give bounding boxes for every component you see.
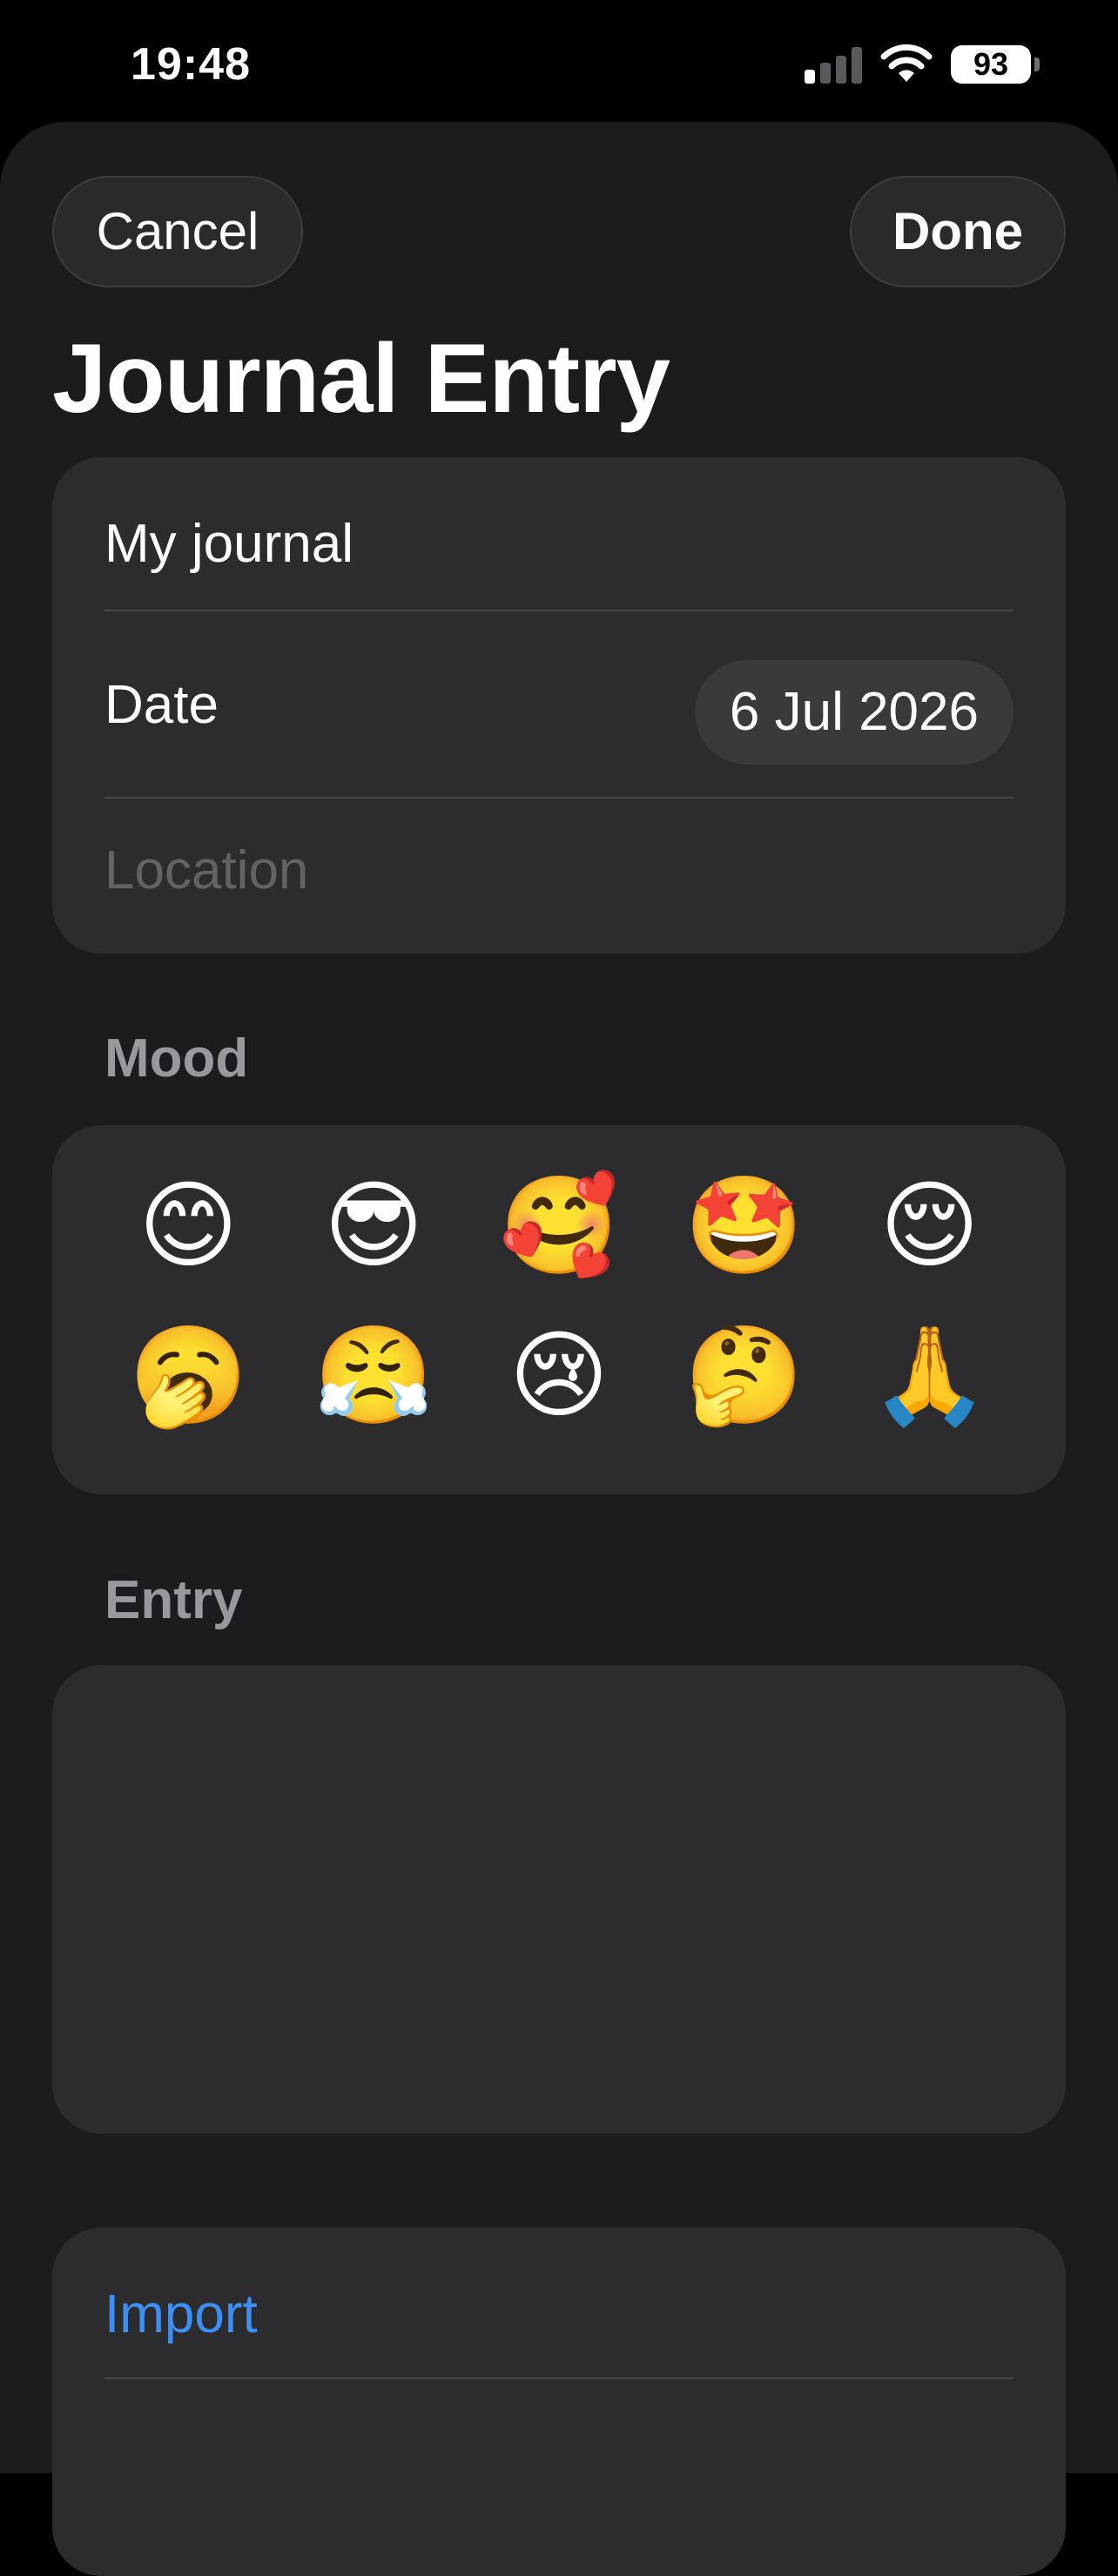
journal-selector[interactable]: My journal	[104, 492, 1014, 597]
status-time: 19:48	[131, 39, 251, 90]
divider	[104, 2377, 1014, 2379]
location-input[interactable]	[104, 840, 1014, 901]
actions-card: Import	[52, 2228, 1066, 2576]
relieved-face-mood-button[interactable]: 😌	[837, 1169, 1022, 1282]
location-row	[104, 819, 1014, 923]
battery-nub	[1034, 57, 1040, 71]
import-button[interactable]: Import	[104, 2262, 258, 2367]
divider	[104, 797, 1014, 799]
mood-card: 😊 😎 🥰 🤩 😌 🥱 😤 😢 🤔 🙏	[52, 1125, 1066, 1494]
done-button[interactable]: Done	[850, 176, 1066, 287]
steam-face-mood-button[interactable]: 😤	[281, 1318, 467, 1432]
hearts-face-mood-button[interactable]: 🥰	[467, 1169, 652, 1282]
mood-section-label: Mood	[104, 1028, 249, 1089]
entry-card	[52, 1665, 1066, 2134]
yawning-face-mood-button[interactable]: 🥱	[96, 1318, 281, 1432]
sunglasses-face-mood-button[interactable]: 😎	[281, 1169, 467, 1282]
cellular-signal-icon	[805, 45, 864, 84]
mood-grid: 😊 😎 🥰 🤩 😌 🥱 😤 😢 🤔 🙏	[96, 1169, 1022, 1432]
entry-text-field[interactable]	[104, 1700, 1017, 2102]
thinking-face-mood-button[interactable]: 🤔	[651, 1318, 837, 1432]
wifi-icon	[880, 44, 933, 82]
entry-section-label: Entry	[104, 1570, 243, 1630]
cancel-button[interactable]: Cancel	[52, 176, 303, 287]
smiling-face-mood-button[interactable]: 😊	[96, 1169, 281, 1282]
date-picker-button[interactable]: 6 Jul 2026	[694, 660, 1014, 765]
status-bar: 19:48 93	[0, 0, 1118, 122]
divider	[104, 610, 1014, 611]
page-title: Journal Entry	[52, 324, 670, 433]
folded-hands-mood-button[interactable]: 🙏	[837, 1318, 1022, 1432]
crying-face-mood-button[interactable]: 😢	[467, 1318, 652, 1432]
battery-icon: 93	[951, 45, 1031, 84]
star-struck-mood-button[interactable]: 🤩	[651, 1169, 837, 1282]
details-card: My journal Date 6 Jul 2026	[52, 457, 1066, 954]
